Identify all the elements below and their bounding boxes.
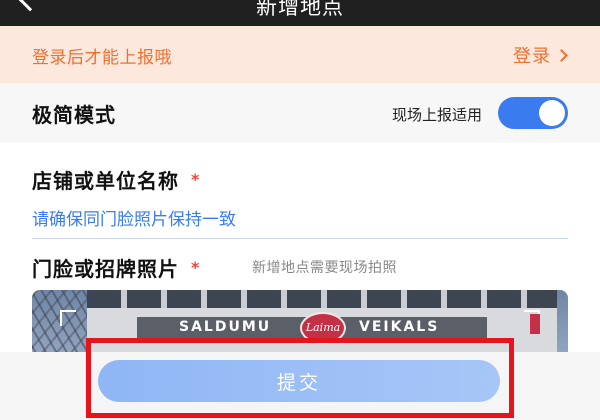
required-mark: * <box>191 170 201 189</box>
login-banner: 登录后才能上报哦 登录 <box>0 26 600 83</box>
simple-mode-label: 极简模式 <box>32 103 116 127</box>
storefront-photo-label-text: 门脸或招牌照片 <box>32 257 179 281</box>
shop-name-input[interactable] <box>32 201 568 239</box>
red-flag-mark <box>530 314 540 334</box>
toggle-knob <box>539 100 565 126</box>
nav-bar: 新增地点 <box>0 0 600 26</box>
shop-name-label-text: 店铺或单位名称 <box>32 169 179 193</box>
sign-logo: Laima <box>300 312 346 344</box>
page-title: 新增地点 <box>256 0 344 19</box>
storefront-photo-label: 门脸或招牌照片 * <box>32 253 200 282</box>
crop-corner-icon <box>60 310 76 326</box>
bottom-action-bar: 提交 <box>0 352 600 420</box>
simple-mode-hint: 现场上报适用 <box>391 106 482 124</box>
login-link[interactable]: 登录 <box>513 42 568 68</box>
login-message: 登录后才能上报哦 <box>32 48 172 68</box>
sign-text-right: VEIKALS <box>359 319 440 335</box>
submit-button[interactable]: 提交 <box>98 360 500 402</box>
simple-mode-row: 极简模式 现场上报适用 <box>0 83 600 143</box>
login-link-label: 登录 <box>513 46 551 67</box>
building-windows <box>87 290 557 308</box>
simple-mode-toggle[interactable] <box>498 97 568 129</box>
shop-name-label: 店铺或单位名称 * <box>32 165 200 194</box>
sign-text-left: SALDUMU <box>179 319 272 335</box>
storefront-photo-note: 新增地点需要现场拍照 <box>252 260 397 276</box>
required-mark: * <box>191 258 201 277</box>
chevron-right-icon <box>555 49 568 62</box>
